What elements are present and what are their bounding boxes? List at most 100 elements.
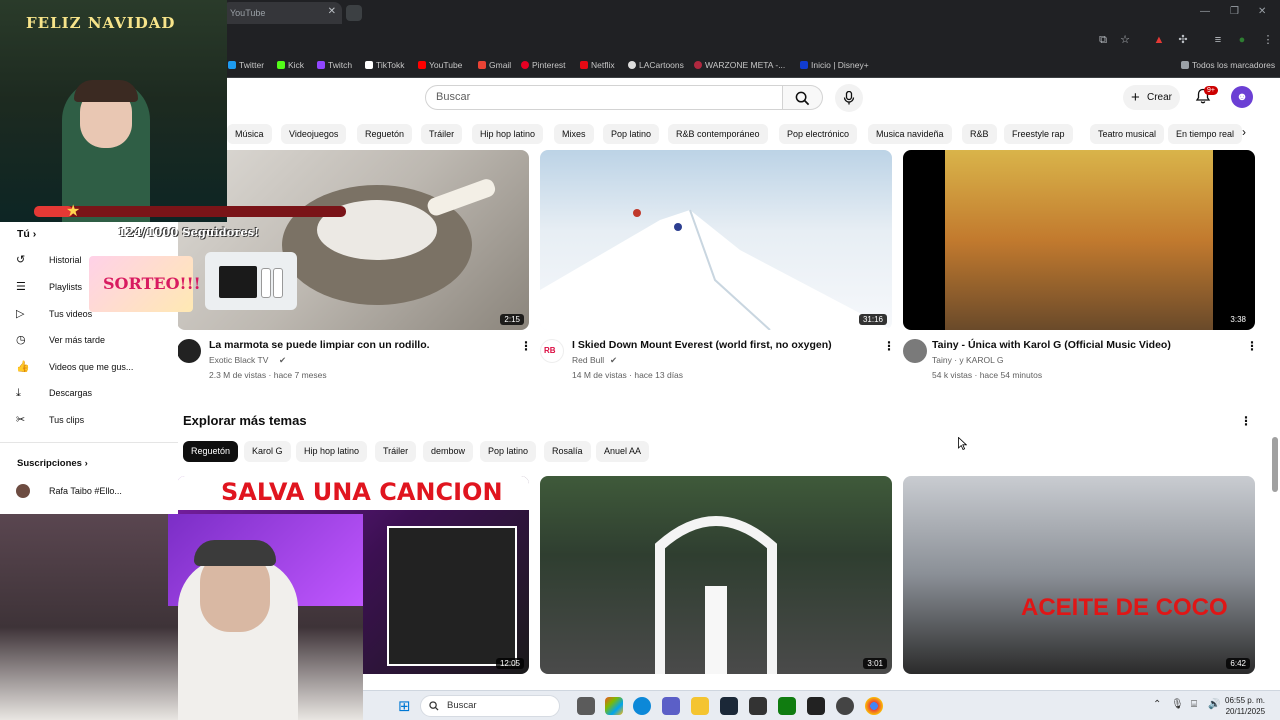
chip[interactable]: Tráiler — [421, 124, 463, 144]
install-icon[interactable]: ⧉ — [1097, 34, 1109, 46]
file-explorer-icon[interactable] — [691, 697, 709, 715]
bookmark-gmail[interactable]: Gmail — [478, 60, 511, 70]
menu-icon[interactable]: ⋮ — [1262, 34, 1274, 46]
search-button[interactable] — [783, 85, 823, 110]
topic-chip[interactable]: Pop latino — [480, 441, 537, 462]
more-options-icon[interactable]: ⋮ — [883, 339, 895, 353]
bookmark-tiktok[interactable]: TikTokk — [365, 60, 405, 70]
close-tab-icon[interactable]: ✕ — [328, 6, 336, 17]
more-options-icon[interactable]: ⋮ — [520, 339, 532, 353]
chip[interactable]: Musica navideña — [868, 124, 952, 144]
volume-icon[interactable]: 🔊 — [1208, 699, 1220, 710]
video-thumbnail[interactable]: 3:01 — [540, 476, 892, 674]
topic-chip[interactable]: Hip hop latino — [296, 441, 368, 462]
bookmark-warzone[interactable]: WARZONE META -... — [694, 60, 785, 70]
bookmark-star-icon[interactable]: ☆ — [1119, 34, 1131, 46]
video-title[interactable]: Tainy - Única with Karol G (Official Mus… — [932, 339, 1171, 351]
new-tab-button[interactable] — [346, 5, 362, 21]
twitch-icon — [317, 61, 325, 69]
steam-icon[interactable] — [720, 697, 738, 715]
edge-icon[interactable] — [633, 697, 651, 715]
sidebar-item-downloads[interactable]: ⤓ Descargas — [16, 383, 176, 403]
chevron-up-icon[interactable]: ⌃ — [1153, 699, 1161, 710]
obs-icon[interactable] — [807, 697, 825, 715]
xbox-icon[interactable] — [778, 697, 796, 715]
pinterest-icon — [521, 61, 529, 69]
bookmark-lacartoons[interactable]: LACartoons — [628, 60, 684, 70]
media-icon[interactable]: ≡ — [1212, 34, 1224, 46]
chip[interactable]: Freestyle rap — [1004, 124, 1073, 144]
topic-chip[interactable]: Reguetón — [183, 441, 239, 462]
console-screen — [219, 266, 257, 298]
chip[interactable]: Hip hop latino — [472, 124, 544, 144]
bookmark-netflix[interactable]: Netflix — [580, 60, 615, 70]
extension-icon[interactable]: ▲ — [1153, 34, 1165, 46]
window-close-icon[interactable]: ✕ — [1258, 6, 1266, 17]
sidebar-item-liked[interactable]: 👍 Videos que me gus... — [16, 357, 176, 377]
maximize-icon[interactable]: ❐ — [1230, 6, 1239, 17]
more-options-icon[interactable]: ⋮ — [1246, 339, 1258, 353]
settings-icon[interactable] — [836, 697, 854, 715]
all-bookmarks[interactable]: Todos los marcadores — [1181, 60, 1275, 70]
chrome-icon[interactable] — [865, 697, 883, 715]
video-title[interactable]: I Skied Down Mount Everest (world first,… — [572, 339, 832, 351]
channel-avatar[interactable] — [903, 339, 927, 363]
chip[interactable]: Pop electrónico — [779, 124, 858, 144]
taskbar-search[interactable]: Buscar — [420, 695, 560, 717]
chip[interactable]: R&B — [962, 124, 997, 144]
bookmark-twitter[interactable]: Twitter — [228, 60, 264, 70]
teams-icon[interactable] — [662, 697, 680, 715]
sidebar-subscriptions-heading[interactable]: Suscripciones › — [17, 458, 88, 469]
chip[interactable]: Mixes — [554, 124, 594, 144]
search-input[interactable]: Buscar — [425, 85, 783, 110]
windows-start-icon[interactable]: ⊞ — [398, 697, 411, 715]
channel-name[interactable]: Exotic Black TV — [209, 355, 268, 365]
account-avatar[interactable]: ☻ — [1231, 86, 1253, 108]
more-options-icon[interactable]: ⋮ — [1240, 414, 1252, 428]
video-thumbnail[interactable]: 31:16 — [540, 150, 892, 330]
topic-chip[interactable]: dembow — [423, 441, 474, 462]
video-thumbnail[interactable]: ACEITE DE COCO 6:42 — [903, 476, 1255, 674]
chip[interactable]: Música — [227, 124, 272, 144]
sidebar-you-heading[interactable]: Tú › — [17, 228, 36, 240]
network-icon[interactable]: ⌸ — [1191, 699, 1197, 710]
bookmark-disney[interactable]: Inicio | Disney+ — [800, 60, 869, 70]
bookmark-youtube[interactable]: YouTube — [418, 60, 462, 70]
bookmark-kick[interactable]: Kick — [277, 60, 304, 70]
chip[interactable]: Teatro musical — [1090, 124, 1165, 144]
channel-name[interactable]: Tainy · y KAROL G — [932, 355, 1003, 365]
browser-tab[interactable]: YouTube ✕ — [222, 2, 342, 24]
sidebar-subscription-item[interactable]: Rafa Taibo #Ello... — [16, 481, 176, 501]
sidebar-item-clips[interactable]: ✂ Tus clips — [16, 410, 176, 430]
topic-chip[interactable]: Rosalía — [544, 441, 591, 462]
system-clock[interactable]: 06:55 p. m. 20/11/2025 — [1225, 695, 1265, 717]
task-view-icon[interactable] — [577, 697, 595, 715]
topic-chip[interactable]: Tráiler — [375, 441, 417, 462]
voice-search-button[interactable] — [835, 84, 863, 112]
app-icon[interactable] — [749, 697, 767, 715]
page-scrollbar[interactable] — [1272, 437, 1278, 492]
chip[interactable]: Reguetón — [357, 124, 413, 144]
channel-avatar[interactable]: RB — [540, 339, 564, 363]
channel-avatar[interactable] — [177, 339, 201, 363]
video-thumbnail[interactable]: 3:38 — [903, 150, 1255, 330]
chip[interactable]: Videojuegos — [281, 124, 347, 144]
chip[interactable]: Pop latino — [603, 124, 660, 144]
bookmark-twitch[interactable]: Twitch — [317, 60, 352, 70]
sidebar-item-watch-later[interactable]: ◷ Ver más tarde — [16, 330, 176, 350]
topic-chip[interactable]: Karol G — [244, 441, 291, 462]
chip[interactable]: En tiempo real — [1168, 124, 1243, 144]
minimize-icon[interactable]: — — [1200, 6, 1210, 17]
profile-icon[interactable]: ● — [1236, 34, 1248, 46]
video-title[interactable]: La marmota se puede limpiar con un rodil… — [209, 339, 430, 351]
extensions-puzzle-icon[interactable]: ✣ — [1177, 34, 1189, 46]
bookmark-pinterest[interactable]: Pinterest — [521, 60, 566, 70]
topic-chip[interactable]: Anuel AA — [596, 441, 650, 462]
tab-title: YouTube — [230, 8, 266, 18]
copilot-icon[interactable] — [605, 697, 623, 715]
chip[interactable]: R&B contemporáneo — [668, 124, 768, 144]
microphone-tray-icon[interactable]: 🎙 — [1171, 699, 1184, 710]
chevron-right-icon[interactable]: › — [1242, 125, 1246, 139]
channel-name[interactable]: Red Bull — [572, 355, 604, 365]
create-button[interactable]: + Crear — [1123, 85, 1181, 110]
